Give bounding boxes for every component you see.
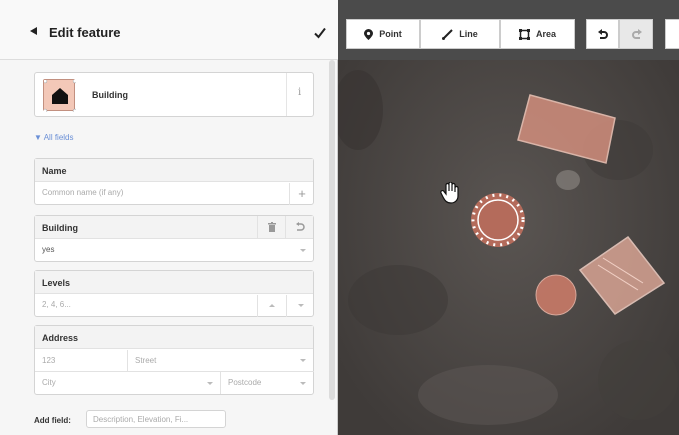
- field-label: Name: [35, 159, 313, 182]
- add-line-button[interactable]: Line: [420, 19, 500, 49]
- chevron-down-icon[interactable]: [300, 249, 306, 252]
- decrement-button[interactable]: [286, 295, 314, 317]
- plus-icon[interactable]: +: [289, 183, 314, 205]
- info-icon[interactable]: i: [298, 87, 301, 98]
- chevron-down-icon[interactable]: [300, 359, 306, 362]
- field-name: Name Common name (if any) +: [34, 158, 314, 205]
- preset-card[interactable]: Building i: [34, 72, 314, 117]
- increment-button[interactable]: [257, 295, 286, 317]
- map[interactable]: Point Line Area: [338, 0, 679, 435]
- sidebar-header: Edit feature: [0, 0, 338, 60]
- map-imagery: [338, 0, 679, 435]
- point-label: Point: [379, 29, 402, 39]
- name-input[interactable]: Common name (if any): [35, 182, 313, 204]
- area-icon: [518, 28, 530, 40]
- city-input[interactable]: City: [35, 372, 221, 394]
- point-icon: [364, 28, 374, 40]
- redo-icon: [632, 29, 642, 39]
- line-label: Line: [459, 29, 478, 39]
- selected-building[interactable]: [471, 193, 525, 247]
- sidebar-scrollbar[interactable]: [329, 60, 335, 400]
- hand-icon: [440, 181, 460, 207]
- chevron-down-icon[interactable]: [300, 382, 306, 385]
- all-fields-toggle[interactable]: ▼ All fields: [34, 133, 74, 142]
- field-label: Address: [35, 326, 313, 349]
- undo-icon[interactable]: [285, 216, 314, 239]
- chevron-up-icon: [269, 304, 275, 307]
- street-input[interactable]: Street: [128, 350, 314, 372]
- preset-name: Building: [92, 90, 128, 100]
- field-levels: Levels 2, 4, 6...: [34, 270, 314, 317]
- line-icon: [442, 28, 453, 40]
- field-address: Address 123 Street City Postcode: [34, 325, 314, 395]
- preset-divider: [286, 73, 287, 116]
- area-label: Area: [535, 29, 556, 39]
- sidebar: Edit feature Building i ▼ All fields Nam…: [0, 0, 338, 435]
- chevron-down-icon: [298, 304, 304, 307]
- trash-icon[interactable]: [257, 216, 285, 239]
- undo-icon: [598, 29, 608, 39]
- add-area-button[interactable]: Area: [500, 19, 575, 49]
- add-field-label: Add field:: [34, 416, 71, 425]
- fields-list: Name Common name (if any) + Building yes…: [34, 158, 314, 400]
- round-structure[interactable]: [535, 274, 577, 316]
- building-select[interactable]: yes: [35, 239, 313, 261]
- chevron-down-icon[interactable]: [207, 382, 213, 385]
- redo-button[interactable]: [619, 19, 653, 49]
- sidebar-title: Edit feature: [49, 25, 121, 40]
- field-label: Levels: [35, 271, 313, 294]
- field-building: Building yes: [34, 215, 314, 262]
- building-icon: [42, 78, 78, 114]
- housenumber-input[interactable]: 123: [35, 350, 128, 372]
- undo-button[interactable]: [586, 19, 619, 49]
- add-field-input[interactable]: Description, Elevation, Fi...: [86, 410, 226, 428]
- add-point-button[interactable]: Point: [346, 19, 420, 49]
- checkmark-icon[interactable]: [314, 27, 326, 39]
- back-icon[interactable]: [30, 27, 37, 35]
- toolbar-overflow-button[interactable]: [665, 19, 679, 49]
